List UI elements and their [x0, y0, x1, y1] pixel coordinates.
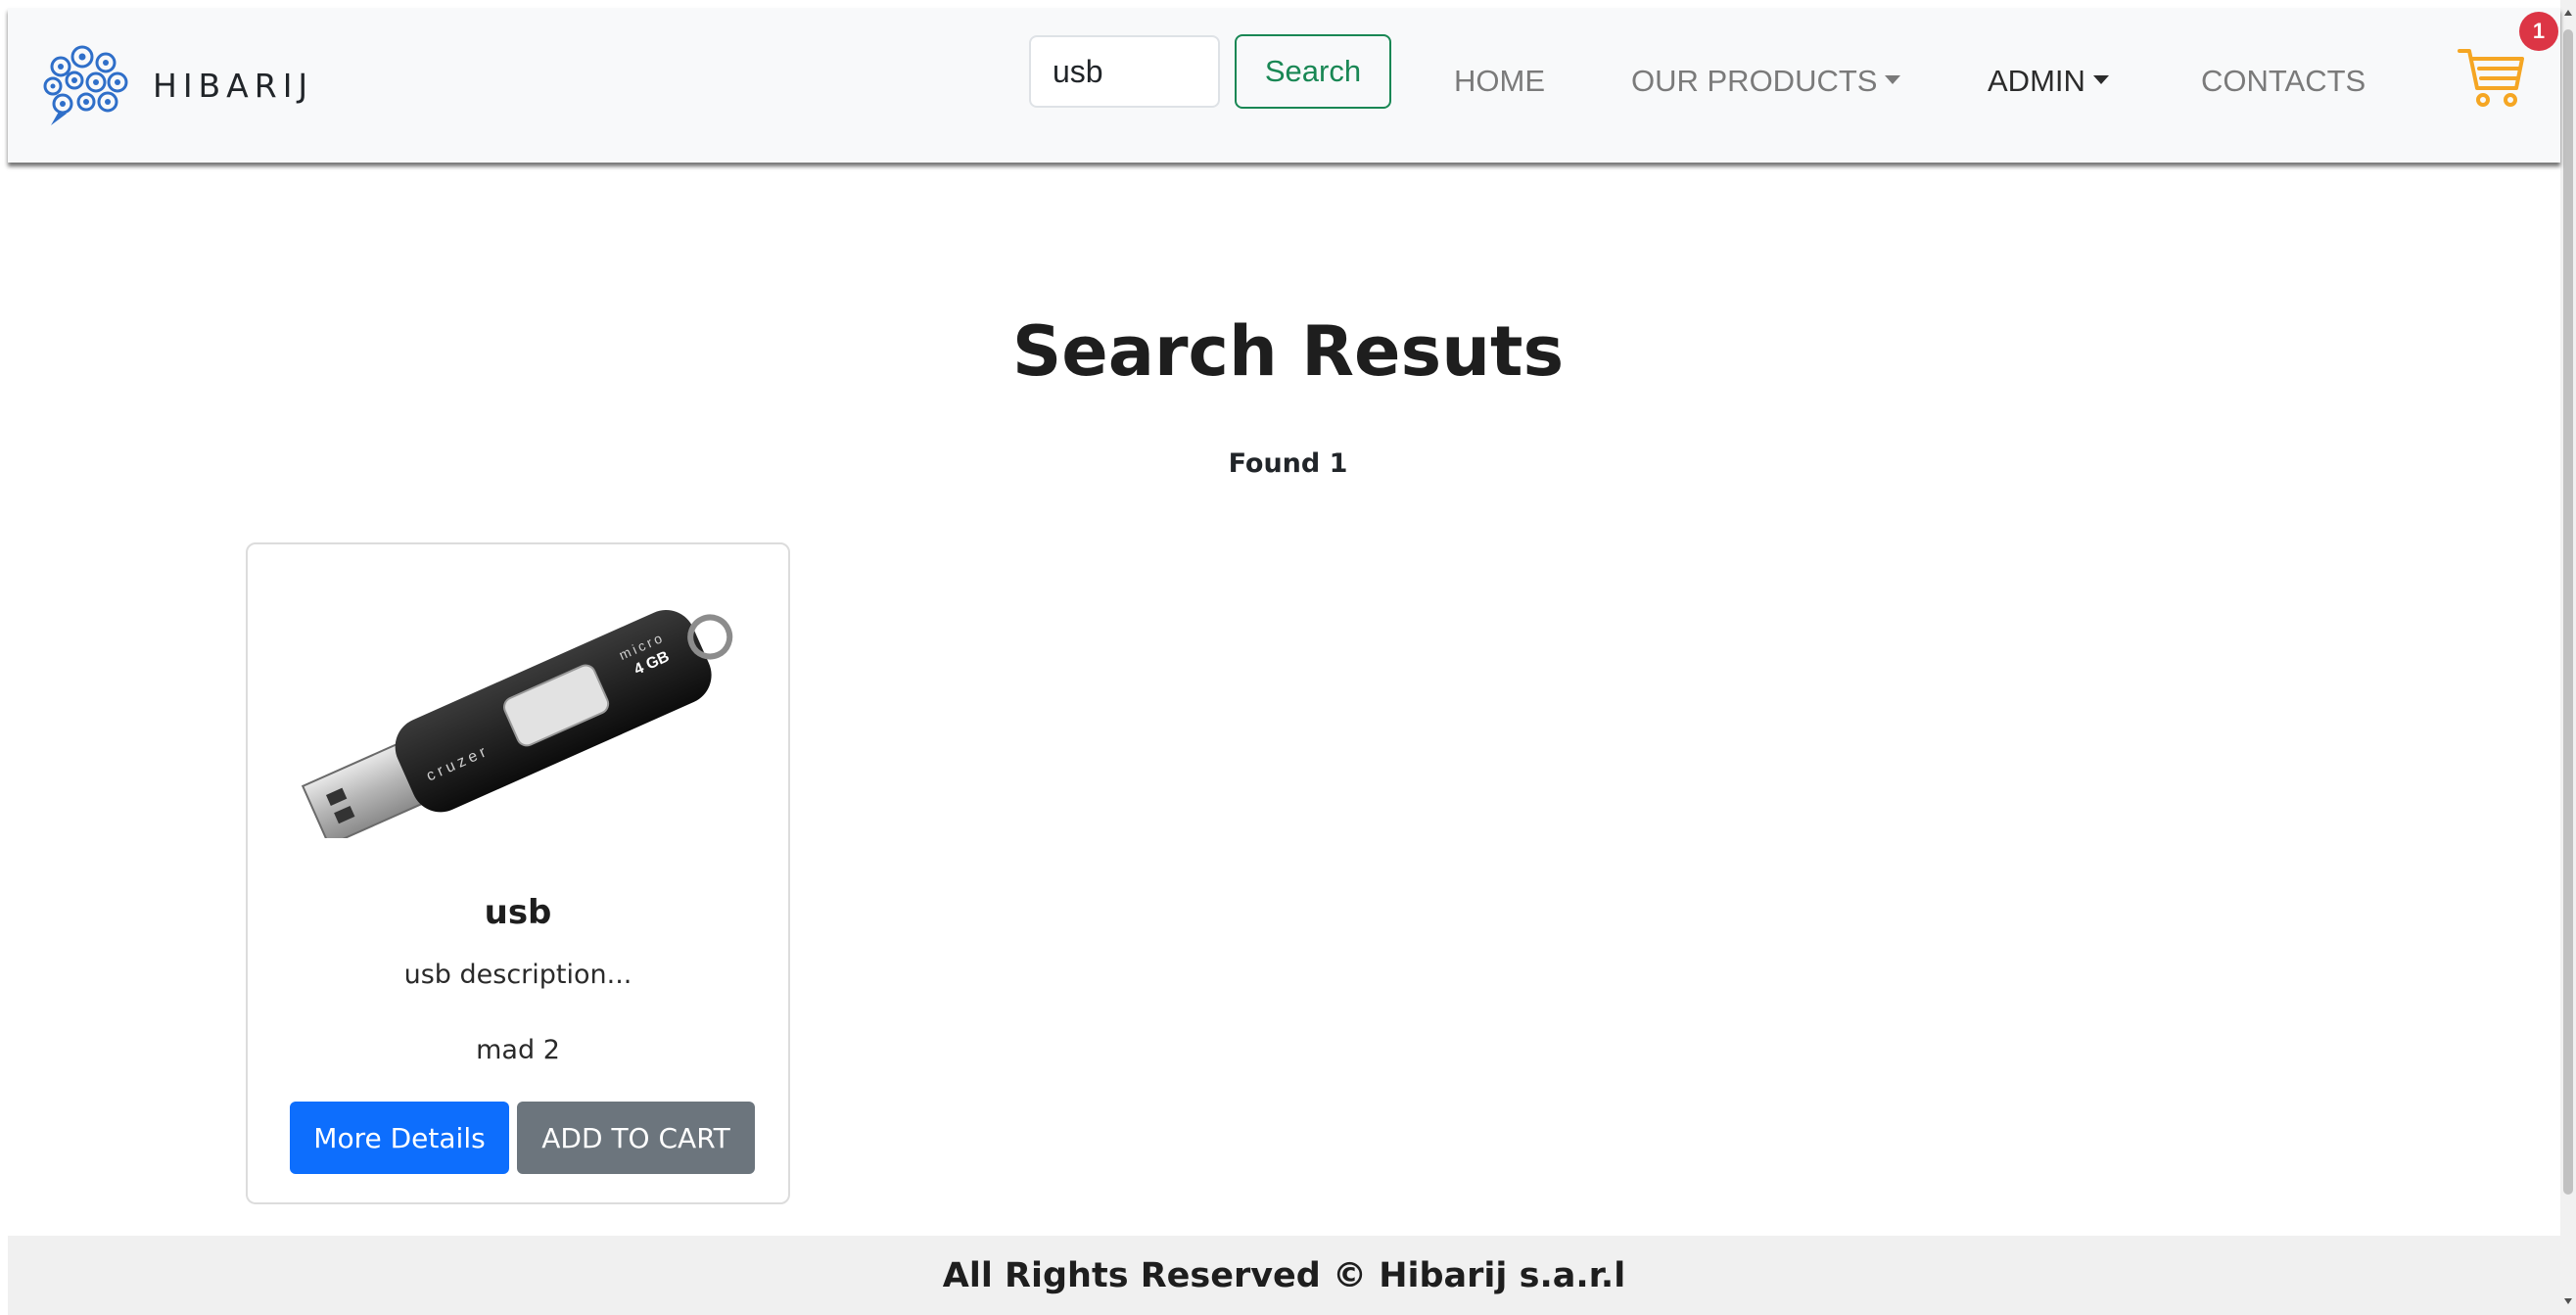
nav-our-products[interactable]: OUR PRODUCTS: [1631, 63, 1901, 100]
nav-home[interactable]: HOME: [1454, 63, 1545, 100]
footer: All Rights Reserved © Hibarij s.a.r.l: [8, 1236, 2560, 1315]
nav-admin-label: ADMIN: [1988, 64, 2085, 98]
product-description: usb description...: [403, 960, 632, 990]
brain-logo-icon: [43, 45, 128, 125]
chevron-down-icon: [1885, 75, 1901, 85]
scrollbar-thumb[interactable]: [2563, 29, 2573, 1195]
nav-contacts[interactable]: CONTACTS: [2201, 63, 2365, 100]
brand-name: HIBARIJ: [153, 66, 314, 105]
usb-drive-image: cruzer micro 4 GB: [301, 609, 733, 838]
cart-count-badge: 1: [2519, 12, 2558, 51]
scroll-up-arrow-icon[interactable]: [2564, 10, 2572, 16]
product-price: mad 2: [476, 1035, 560, 1065]
results-count: Found 1: [1228, 448, 1348, 479]
search-button[interactable]: Search: [1235, 34, 1391, 109]
more-details-button[interactable]: More Details: [290, 1102, 509, 1174]
nav-our-products-label: OUR PRODUCTS: [1631, 64, 1878, 98]
product-card: cruzer micro 4 GB usb usb description...…: [246, 542, 790, 1204]
footer-copyright: All Rights Reserved © Hibarij s.a.r.l: [942, 1255, 1626, 1295]
search-input[interactable]: [1029, 35, 1220, 108]
shopping-cart-icon[interactable]: [2456, 41, 2526, 112]
chevron-down-icon: [2092, 75, 2109, 85]
add-to-cart-button[interactable]: ADD TO CART: [517, 1102, 755, 1174]
brand-link[interactable]: HIBARIJ: [39, 41, 313, 129]
product-title: usb: [484, 893, 552, 932]
navbar: HIBARIJ Search HOME OUR PRODUCTS ADMIN C…: [8, 8, 2560, 163]
page-title: Search Resuts: [1011, 311, 1565, 392]
scroll-down-arrow-icon[interactable]: [2564, 1298, 2572, 1304]
vertical-scrollbar[interactable]: [2560, 0, 2576, 1315]
nav-admin[interactable]: ADMIN: [1988, 63, 2109, 100]
